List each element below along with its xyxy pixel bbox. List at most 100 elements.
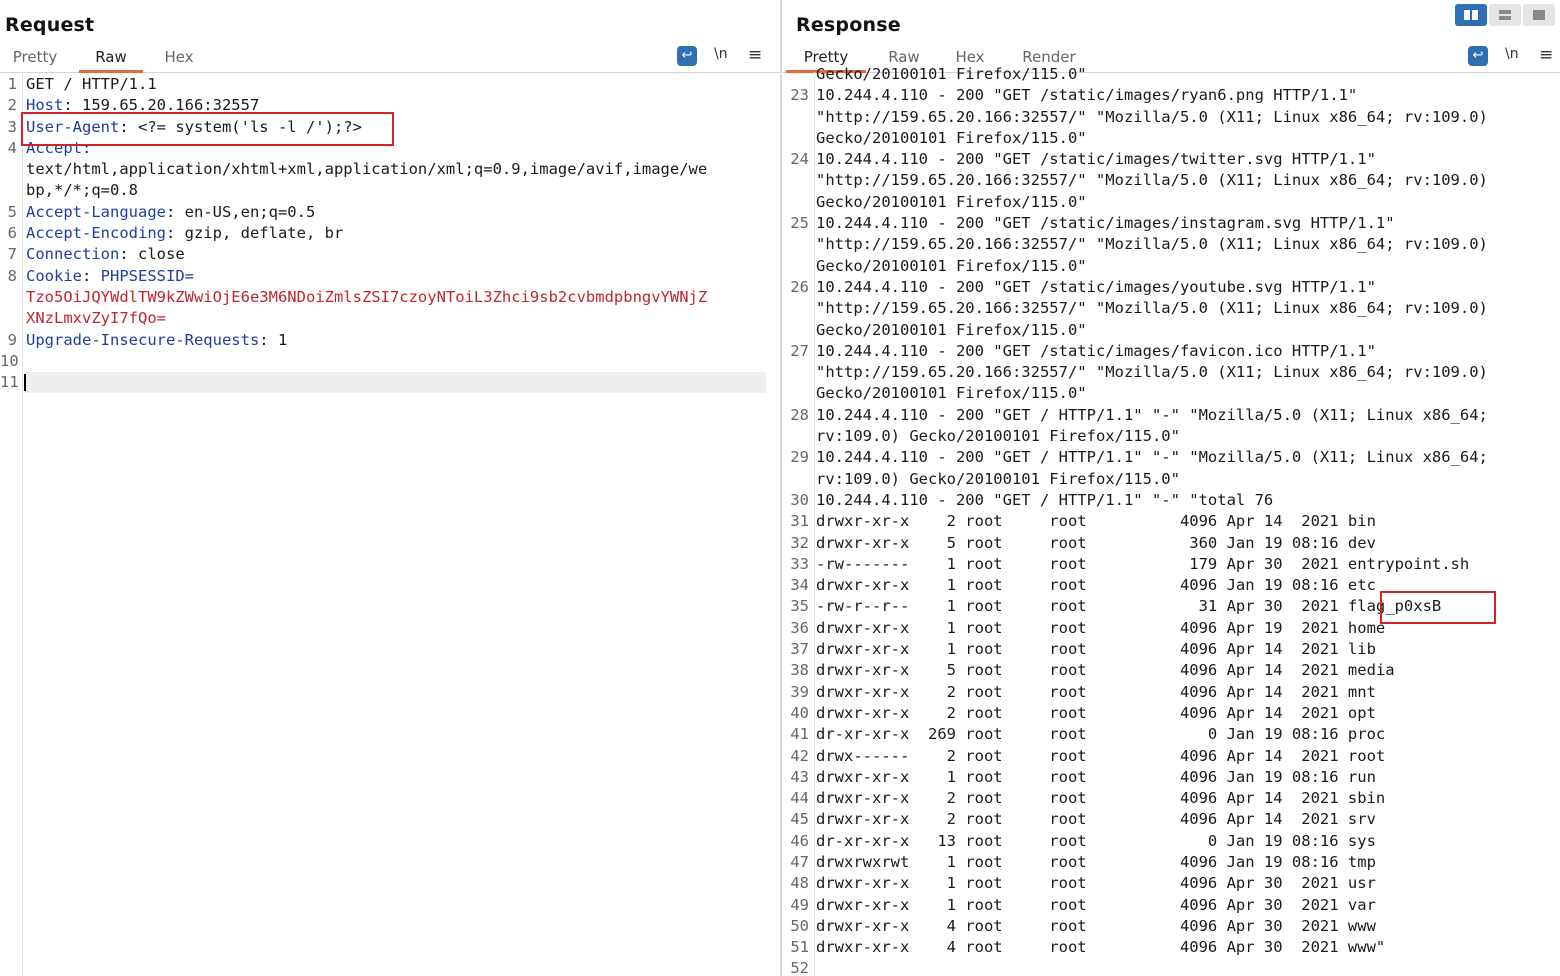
response-line: 28 10.244.4.110 - 200 "GET / HTTP/1.1" "-… [790,405,1488,426]
line-text: : gzip, deflate, br [165,224,344,243]
request-line: 10 [0,351,707,372]
line-number: 25 [790,214,809,233]
response-line: 24 10.244.4.110 - 200 "GET /static/images… [790,149,1488,170]
line-text: drwxr-xr-x 2 root root 4096 Apr 14 2021 … [816,810,1376,829]
line-text: 10.244.4.110 - 200 "GET / HTTP/1.1" "-" … [816,490,1274,509]
response-line: "http://159.65.20.166:32557/" "Mozilla/5… [816,298,1488,319]
line-text: Gecko/20100101 Firefox/115.0" [816,320,1087,339]
line-text: "http://159.65.20.166:32557/" "Mozilla/5… [816,299,1488,318]
hamburger-menu-icon[interactable]: ≡ [748,45,762,65]
line-text: dr-xr-xr-x 13 root root 0 Jan 19 08:16 s… [816,831,1376,850]
line-text: Gecko/20100101 Firefox/115.0" [816,256,1087,275]
newline-toggle[interactable]: \n [714,46,728,62]
header-name: Accept-Language [26,202,166,221]
response-line: 40 drwxr-xr-x 2 root root 4096 Apr 14 202… [790,703,1488,724]
response-line: 46 dr-xr-xr-x 13 root root 0 Jan 19 08:16… [790,831,1488,852]
request-tab-pretty[interactable]: Pretty [11,48,59,70]
response-line: 37 drwxr-xr-x 1 root root 4096 Apr 14 202… [790,639,1488,660]
request-line: Tzo5OiJQYWdlTW9kZWwiOjE6e3M6NDoiZmlsZSI7… [26,287,707,308]
header-name: Connection [26,245,120,264]
line-number: 4 [7,138,17,157]
line-number: 47 [790,852,809,871]
response-line: 51 drwxr-xr-x 4 root root 4096 Apr 30 202… [790,937,1488,958]
request-tabs: Pretty Raw Hex [0,46,780,73]
line-text: "http://159.65.20.166:32557/" "Mozilla/5… [816,171,1488,190]
line-number: 48 [790,874,809,893]
request-pane: Request Pretty Raw Hex ↩ \n ≡ 1 GET / HTT… [0,0,780,976]
header-name: Cookie [26,266,82,285]
response-line: 25 10.244.4.110 - 200 "GET /static/images… [790,213,1488,234]
line-text: drwxr-xr-x 4 root root 4096 Apr 30 2021 … [816,916,1376,935]
line-text: drwxr-xr-x 5 root root 360 Jan 19 08:16 … [816,533,1376,552]
response-line: 39 drwxr-xr-x 2 root root 4096 Apr 14 202… [790,682,1488,703]
response-line: 45 drwxr-xr-x 2 root root 4096 Apr 14 202… [790,809,1488,830]
response-line: "http://159.65.20.166:32557/" "Mozilla/5… [816,362,1488,383]
line-number: 27 [790,341,809,360]
response-line: 38 drwxr-xr-x 5 root root 4096 Apr 14 202… [790,660,1488,681]
single-view-icon[interactable] [1523,4,1555,26]
response-line: 27 10.244.4.110 - 200 "GET /static/images… [790,341,1488,362]
response-line: Gecko/20100101 Firefox/115.0" [816,64,1488,85]
line-text: "http://159.65.20.166:32557/" "Mozilla/5… [816,363,1488,382]
line-text: "http://159.65.20.166:32557/" "Mozilla/5… [816,235,1488,254]
line-number: 38 [790,661,809,680]
response-viewer[interactable]: Gecko/20100101 Firefox/115.0" 23 10.244.4.… [790,64,1488,976]
response-line: Gecko/20100101 Firefox/115.0" [816,192,1488,213]
response-line: 49 drwxr-xr-x 1 root root 4096 Apr 30 202… [790,895,1488,916]
line-number: 41 [790,725,809,744]
line-number: 9 [7,330,17,349]
line-number: 24 [790,150,809,169]
line-number: 11 [0,373,19,392]
line-number: 45 [790,810,809,829]
request-tab-hex[interactable]: Hex [160,48,198,70]
cookie-value: Tzo5OiJQYWdlTW9kZWwiOjE6e3M6NDoiZmlsZSI7… [26,287,708,306]
response-line: Gecko/20100101 Firefox/115.0" [816,256,1488,277]
header-name: PHPSESSID= [100,266,194,285]
active-line-highlight [24,372,766,394]
line-text: : 1 [259,330,288,349]
line-number: 8 [7,266,17,285]
line-text: drwxr-xr-x 1 root root 4096 Apr 14 2021 … [816,640,1376,659]
request-line: bp,*/*;q=0.8 [26,180,707,201]
line-number: 30 [790,490,809,509]
request-tab-raw[interactable]: Raw [79,48,143,73]
line-number: 10 [0,351,19,370]
response-line: Gecko/20100101 Firefox/115.0" [816,320,1488,341]
line-number: 5 [7,202,17,221]
response-line: 23 10.244.4.110 - 200 "GET /static/images… [790,85,1488,106]
line-text: drwxr-xr-x 1 root root 4096 Jan 19 08:16… [816,767,1376,786]
line-text: rv:109.0) Gecko/20100101 Firefox/115.0" [816,427,1180,446]
text-caret [24,374,26,392]
response-line: 29 10.244.4.110 - 200 "GET / HTTP/1.1" "-… [790,447,1488,468]
line-number: 29 [790,448,809,467]
line-number: 49 [790,895,809,914]
response-title: Response [796,14,901,36]
line-number: 6 [7,224,17,243]
wrap-icon[interactable]: ↩ [1468,46,1488,66]
line-text: dr-xr-xr-x 269 root root 0 Jan 19 08:16 … [816,725,1386,744]
request-line: 7 Connection: close [8,244,707,265]
split-view-icon[interactable] [1455,4,1487,26]
line-text: text/html,application/xhtml+xml,applicat… [26,160,708,179]
line-text: 10.244.4.110 - 200 "GET /static/images/y… [816,277,1376,296]
line-text: Gecko/20100101 Firefox/115.0" [816,384,1087,403]
line-text: 10.244.4.110 - 200 "GET /static/images/r… [816,86,1358,105]
line-text: drwxr-xr-x 1 root root 4096 Jan 19 08:16… [816,576,1376,595]
line-number: 36 [790,618,809,637]
horizontal-view-icon[interactable] [1489,4,1521,26]
header-name: Upgrade-Insecure-Requests [26,330,260,349]
response-line: "http://159.65.20.166:32557/" "Mozilla/5… [816,234,1488,255]
line-text: drwxrwxrwt 1 root root 4096 Jan 19 08:16… [816,852,1376,871]
hamburger-menu-icon[interactable]: ≡ [1539,45,1553,65]
response-line: 47 drwxrwxrwt 1 root root 4096 Jan 19 08:… [790,852,1488,873]
response-line: 44 drwxr-xr-x 2 root root 4096 Apr 14 202… [790,788,1488,809]
line-number: 28 [790,405,809,424]
line-number: 1 [7,75,17,93]
wrap-icon[interactable]: ↩ [677,46,697,66]
line-text: 10.244.4.110 - 200 "GET / HTTP/1.1" "-" … [816,448,1488,467]
line-number: 3 [7,117,17,136]
line-number: 26 [790,277,809,296]
newline-toggle[interactable]: \n [1505,46,1519,62]
line-text: 10.244.4.110 - 200 "GET /static/images/i… [816,214,1395,233]
line-text: drwxr-xr-x 1 root root 4096 Apr 30 2021 … [816,874,1376,893]
